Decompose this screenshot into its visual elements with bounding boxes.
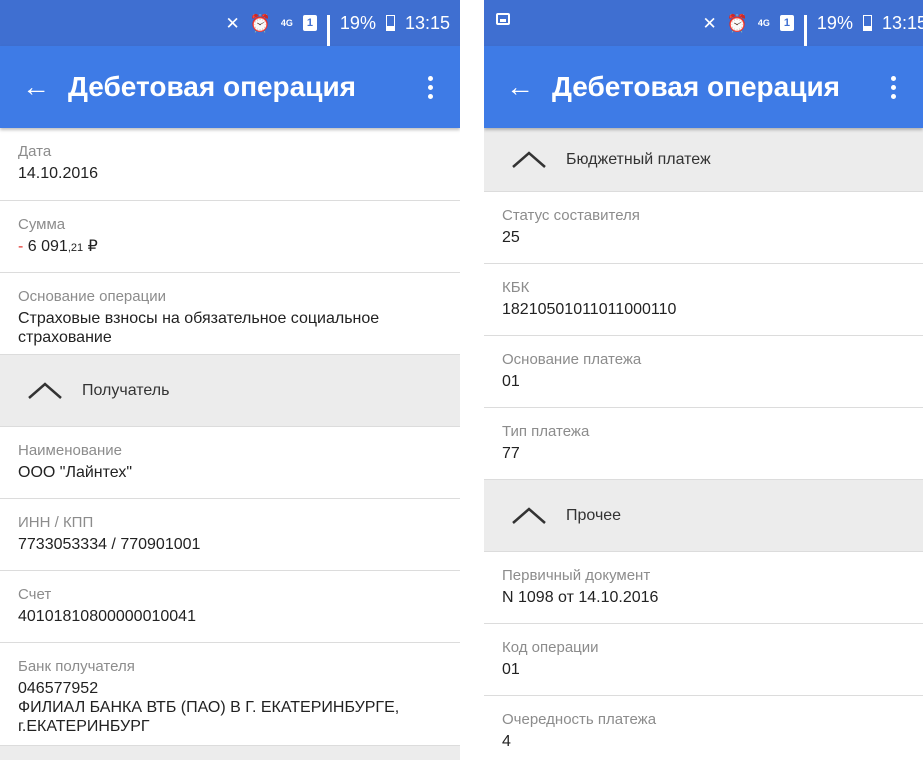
network-type: 4G [757, 17, 770, 28]
field-payment-priority: Очередность платежа 4 [484, 696, 923, 760]
alarm-icon: ⏰ [726, 13, 748, 33]
field-label: Счет [18, 586, 52, 603]
field-label: Очередность платежа [502, 711, 657, 728]
battery-icon [385, 15, 395, 31]
more-vert-icon[interactable] [420, 75, 440, 99]
field-value: Страховые взносы на обязательное социаль… [18, 310, 380, 346]
field-value: ООО "Лайнтех" [18, 464, 133, 481]
section-label: Получатель [82, 381, 170, 399]
field-label: КБК [502, 279, 530, 296]
field-value: 14.10.2016 [18, 165, 99, 182]
mute-icon: ✕ [702, 13, 717, 33]
currency-sign: ₽ [83, 238, 98, 255]
field-value: 01 [502, 661, 520, 678]
field-payment-basis: Основание платежа 01 [484, 336, 923, 408]
battery-percent: 19% [339, 12, 376, 33]
field-compiler-status: Статус составителя 25 [484, 192, 923, 264]
more-vert-icon[interactable] [883, 75, 903, 99]
back-arrow-icon[interactable]: ← [506, 73, 552, 101]
section-label: Прочее [566, 506, 622, 524]
field-value-bik: 046577952 [18, 680, 99, 697]
app-bar: ← Дебетовая операция [0, 46, 460, 128]
alarm-icon: ⏰ [249, 13, 271, 33]
field-label: Наименование [18, 442, 122, 459]
amount-value: - 6 091,21 ₽ [18, 237, 442, 258]
field-primary-document: Первичный документ N 1098 от 14.10.2016 [484, 552, 923, 624]
field-inn-kpp: ИНН / КПП 7733053334 / 770901001 [0, 499, 460, 571]
details-list: Дата 14.10.2016 Сумма - 6 091,21 ₽ Основ… [0, 128, 460, 760]
right-screen: ✕ ⏰ 4G 1 19% 13:15 ← Дебетовая операция … [484, 0, 923, 760]
field-label: Код операции [502, 639, 599, 656]
section-other[interactable]: Прочее [484, 480, 923, 552]
field-label: ИНН / КПП [18, 514, 94, 531]
field-label: Основание операции [18, 288, 166, 305]
field-bank: Банк получателя 046577952 ФИЛИАЛ БАНКА В… [0, 643, 460, 746]
sim-icon: 1 [302, 15, 317, 31]
field-payment-type: Тип платежа 77 [484, 408, 923, 480]
battery-icon [862, 15, 872, 31]
page-title: Дебетовая операция [68, 71, 356, 102]
amount-kopecks: ,21 [67, 242, 84, 254]
clock: 13:15 [404, 12, 450, 33]
field-amount: Сумма - 6 091,21 ₽ [0, 201, 460, 273]
gallery-icon [496, 13, 510, 25]
field-value: 7733053334 / 770901001 [18, 536, 201, 553]
field-value-bank-name: ФИЛИАЛ БАНКА ВТБ (ПАО) В Г. ЕКАТЕРИНБУРГ… [18, 699, 400, 735]
status-bar: ✕ ⏰ 4G 1 19% 13:15 [0, 0, 460, 55]
section-budget-payment[interactable]: Бюджетный платеж [484, 128, 923, 192]
amount-main: 6 091 [27, 238, 68, 255]
clock: 13:15 [881, 12, 923, 33]
field-label: Статус составителя [502, 207, 640, 224]
field-label: Дата [18, 143, 52, 160]
signal-icon [326, 15, 330, 55]
field-date: Дата 14.10.2016 [0, 128, 460, 201]
details-list: Бюджетный платеж Статус составителя 25 К… [484, 128, 923, 760]
status-bar: ✕ ⏰ 4G 1 19% 13:15 [484, 0, 923, 55]
field-label: Банк получателя [18, 658, 135, 675]
field-label: Сумма [18, 216, 66, 233]
chevron-up-icon [512, 506, 546, 524]
field-purpose: Основание операции Страховые взносы на о… [0, 273, 460, 355]
field-label: Первичный документ [502, 567, 651, 584]
sim-icon: 1 [779, 15, 794, 31]
field-value: 40101810800000010041 [18, 608, 196, 625]
chevron-up-icon [28, 381, 62, 399]
section-divider [0, 746, 460, 760]
field-label: Основание платежа [502, 351, 642, 368]
back-arrow-icon[interactable]: ← [22, 73, 68, 101]
field-operation-code: Код операции 01 [484, 624, 923, 696]
field-value: 25 [502, 229, 520, 246]
field-value: 01 [502, 373, 520, 390]
network-type: 4G [280, 17, 293, 28]
section-label: Бюджетный платеж [566, 150, 711, 168]
field-value: 4 [502, 733, 511, 750]
chevron-up-icon [512, 150, 546, 168]
section-recipient[interactable]: Получатель [0, 355, 460, 427]
field-account: Счет 40101810800000010041 [0, 571, 460, 643]
field-value: 18210501011011000110 [502, 301, 677, 318]
field-kbk: КБК 18210501011011000110 [484, 264, 923, 336]
page-title: Дебетовая операция [552, 71, 840, 102]
app-bar: ← Дебетовая операция [484, 46, 923, 128]
battery-percent: 19% [816, 12, 853, 33]
field-recipient-name: Наименование ООО "Лайнтех" [0, 427, 460, 499]
signal-icon [803, 15, 807, 55]
mute-icon: ✕ [225, 13, 240, 33]
field-value: 77 [502, 445, 520, 462]
field-value: N 1098 от 14.10.2016 [502, 589, 659, 606]
left-screen: ✕ ⏰ 4G 1 19% 13:15 ← Дебетовая операция … [0, 0, 460, 760]
minus-sign: - [18, 238, 28, 255]
field-label: Тип платежа [502, 423, 590, 440]
